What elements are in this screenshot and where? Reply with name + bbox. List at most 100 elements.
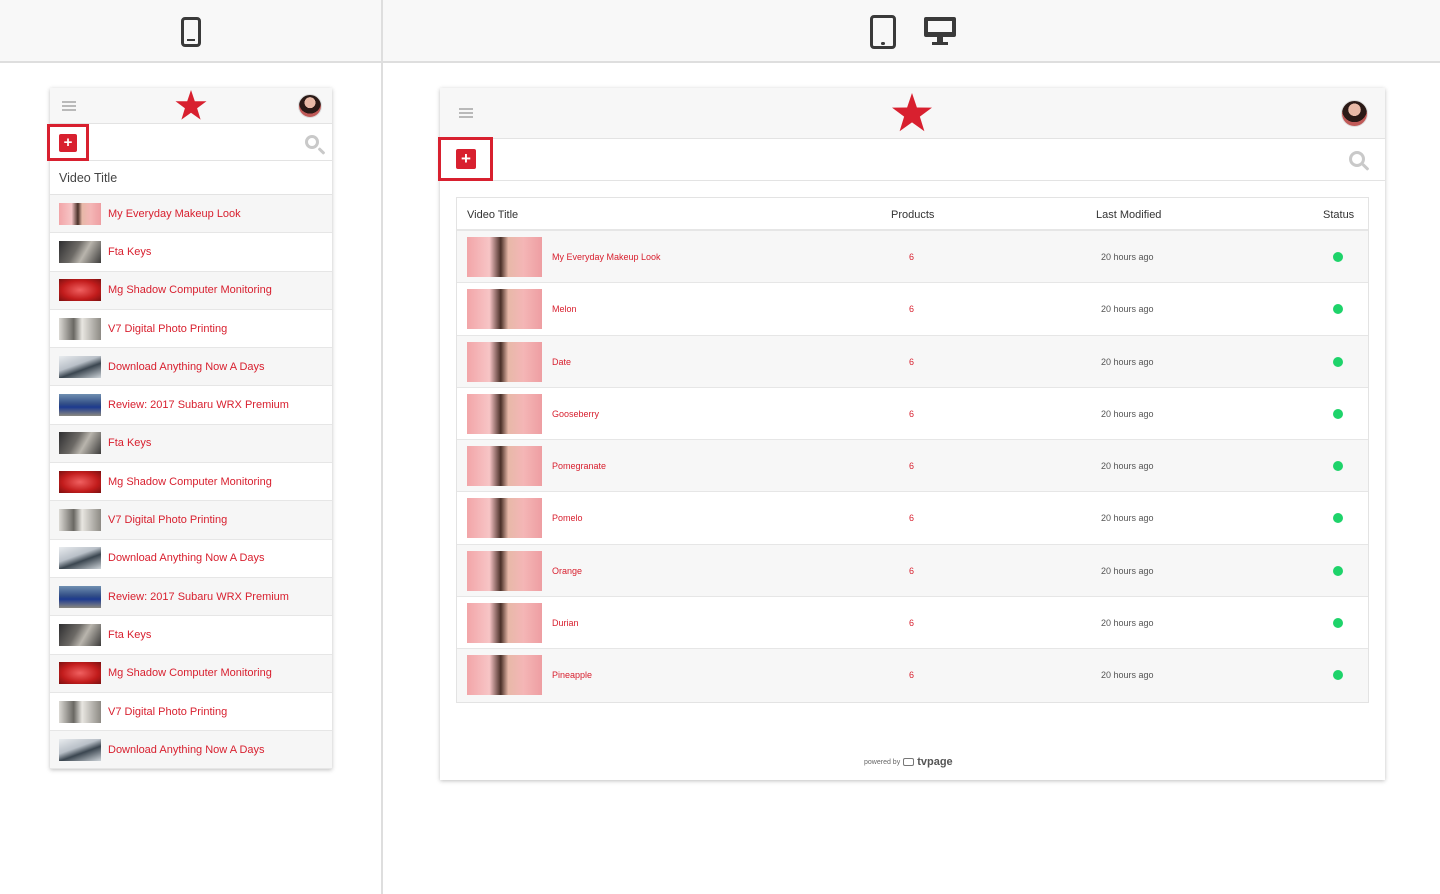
products-count-link[interactable]: 6 — [909, 304, 914, 314]
plus-icon: + — [456, 149, 476, 169]
video-title-link[interactable]: Download Anything Now A Days — [108, 744, 265, 756]
last-modified: 20 hours ago — [1101, 356, 1154, 367]
tablet-icon[interactable] — [870, 15, 896, 49]
video-title-link[interactable]: Mg Shadow Computer Monitoring — [108, 284, 272, 296]
video-title-link[interactable]: Download Anything Now A Days — [108, 361, 265, 373]
video-thumbnail — [59, 738, 101, 761]
products-count-link[interactable]: 6 — [909, 252, 914, 262]
video-title-link[interactable]: Gooseberry — [552, 409, 599, 419]
avatar[interactable] — [298, 94, 322, 118]
desktop-icon[interactable] — [924, 17, 956, 45]
video-title-link[interactable]: Fta Keys — [108, 437, 151, 449]
video-thumbnail — [59, 355, 101, 378]
table-row[interactable]: Pineapple 6 20 hours ago — [457, 649, 1368, 702]
tvpage-brand[interactable]: tvpage — [917, 756, 952, 768]
table-row[interactable]: Durian 6 20 hours ago — [457, 597, 1368, 650]
products-count-link[interactable]: 6 — [909, 670, 914, 680]
list-item[interactable]: Fta Keys — [50, 233, 332, 272]
video-title-link[interactable]: V7 Digital Photo Printing — [108, 323, 227, 335]
column-header-status[interactable]: Status — [1323, 209, 1354, 221]
last-modified: 20 hours ago — [1101, 618, 1154, 629]
video-thumbnail — [59, 470, 101, 493]
table-row[interactable]: Pomegranate 6 20 hours ago — [457, 440, 1368, 493]
status-dot-icon[interactable] — [1333, 252, 1343, 262]
search-icon[interactable] — [1349, 151, 1365, 167]
status-dot-icon[interactable] — [1333, 618, 1343, 629]
list-item[interactable]: Review: 2017 Subaru WRX Premium — [50, 386, 332, 425]
table-row[interactable]: Orange 6 20 hours ago — [457, 544, 1368, 598]
star-logo-icon[interactable] — [175, 90, 207, 121]
column-header-products[interactable]: Products — [891, 209, 934, 221]
status-dot-icon[interactable] — [1333, 565, 1343, 576]
list-item[interactable]: V7 Digital Photo Printing — [50, 501, 332, 540]
list-item[interactable]: Review: 2017 Subaru WRX Premium — [50, 577, 332, 617]
mobile-header — [50, 88, 332, 124]
add-video-button[interactable]: + — [47, 124, 89, 161]
list-item[interactable]: Download Anything Now A Days — [50, 348, 332, 387]
products-count-link[interactable]: 6 — [909, 461, 914, 471]
status-dot-icon[interactable] — [1333, 461, 1343, 472]
video-title-link[interactable]: Pomelo — [552, 513, 583, 523]
video-title-link[interactable]: Date — [552, 357, 571, 367]
table-row[interactable]: Pomelo 6 20 hours ago — [457, 492, 1368, 545]
video-title-column-header[interactable]: Video Title — [50, 161, 332, 195]
add-video-button[interactable]: + — [438, 137, 493, 181]
video-title-link[interactable]: Mg Shadow Computer Monitoring — [108, 667, 272, 679]
video-thumbnail — [59, 700, 101, 723]
list-item[interactable]: Download Anything Now A Days — [50, 731, 332, 770]
table-row[interactable]: My Everyday Makeup Look 6 20 hours ago — [457, 231, 1368, 284]
column-header-video-title[interactable]: Video Title — [467, 209, 518, 221]
phone-icon[interactable] — [181, 17, 201, 47]
video-thumbnail — [467, 341, 542, 382]
table-row[interactable]: Melon 6 20 hours ago — [457, 283, 1368, 336]
video-title-link[interactable]: Pineapple — [552, 670, 592, 680]
video-title-link[interactable]: Melon — [552, 304, 577, 314]
table-row[interactable]: Gooseberry 6 20 hours ago — [457, 388, 1368, 441]
video-title-link[interactable]: V7 Digital Photo Printing — [108, 514, 227, 526]
video-title-link[interactable]: V7 Digital Photo Printing — [108, 706, 227, 718]
list-item[interactable]: Fta Keys — [50, 424, 332, 464]
status-dot-icon[interactable] — [1333, 670, 1343, 681]
avatar[interactable] — [1341, 100, 1368, 127]
products-count-link[interactable]: 6 — [909, 566, 914, 576]
status-dot-icon[interactable] — [1333, 408, 1343, 419]
list-item[interactable]: V7 Digital Photo Printing — [50, 310, 332, 349]
status-dot-icon[interactable] — [1333, 356, 1343, 367]
search-icon[interactable] — [305, 135, 319, 149]
menu-icon[interactable] — [459, 108, 473, 118]
video-title-link[interactable]: Review: 2017 Subaru WRX Premium — [108, 591, 289, 603]
video-title-link[interactable]: Durian — [552, 618, 579, 628]
status-dot-icon[interactable] — [1333, 304, 1343, 315]
menu-icon[interactable] — [62, 101, 76, 111]
video-title-link[interactable]: Download Anything Now A Days — [108, 552, 265, 564]
column-header-last-modified[interactable]: Last Modified — [1096, 209, 1161, 221]
list-item[interactable]: Mg Shadow Computer Monitoring — [50, 654, 332, 693]
video-title-link[interactable]: My Everyday Makeup Look — [552, 252, 661, 262]
table-row[interactable]: Date 6 20 hours ago — [457, 335, 1368, 388]
video-title-link[interactable]: Fta Keys — [108, 246, 151, 258]
mobile-toolbar: + — [47, 124, 332, 161]
video-table: Video Title Products Last Modified Statu… — [456, 197, 1369, 703]
video-title-link[interactable]: Fta Keys — [108, 629, 151, 641]
list-item[interactable]: My Everyday Makeup Look — [50, 195, 332, 234]
video-thumbnail — [467, 393, 542, 434]
products-count-link[interactable]: 6 — [909, 409, 914, 419]
list-item[interactable]: Mg Shadow Computer Monitoring — [50, 463, 332, 502]
video-title-link[interactable]: Review: 2017 Subaru WRX Premium — [108, 399, 289, 411]
video-title-link[interactable]: Mg Shadow Computer Monitoring — [108, 476, 272, 488]
last-modified: 20 hours ago — [1101, 670, 1154, 681]
status-dot-icon[interactable] — [1333, 513, 1343, 524]
list-item[interactable]: V7 Digital Photo Printing — [50, 693, 332, 732]
list-item[interactable]: Download Anything Now A Days — [50, 540, 332, 578]
products-count-link[interactable]: 6 — [909, 618, 914, 628]
list-item[interactable]: Fta Keys — [50, 616, 332, 655]
star-logo-icon[interactable] — [891, 93, 933, 133]
products-count-link[interactable]: 6 — [909, 357, 914, 367]
video-title-link[interactable]: Orange — [552, 566, 582, 576]
video-title-link[interactable]: My Everyday Makeup Look — [108, 208, 241, 220]
video-thumbnail — [59, 317, 101, 340]
video-title-link[interactable]: Pomegranate — [552, 461, 606, 471]
video-thumbnail — [467, 498, 542, 539]
list-item[interactable]: Mg Shadow Computer Monitoring — [50, 271, 332, 310]
products-count-link[interactable]: 6 — [909, 513, 914, 523]
